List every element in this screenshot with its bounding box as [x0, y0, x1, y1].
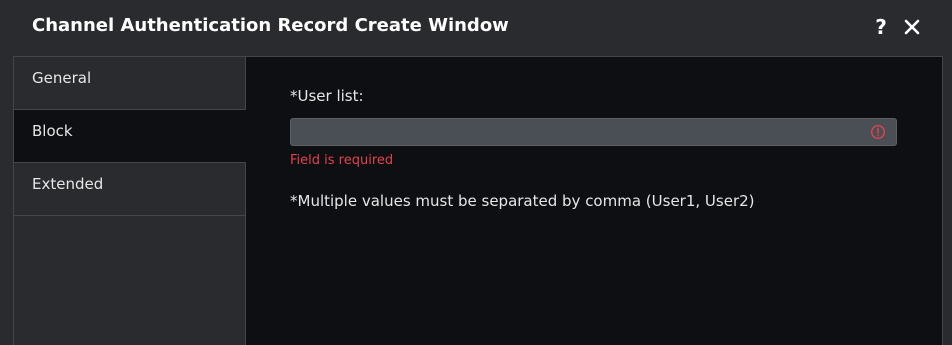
- dialog-window: Channel Authentication Record Create Win…: [0, 0, 952, 345]
- close-icon: [904, 19, 920, 35]
- tab-block[interactable]: Block: [14, 110, 246, 163]
- tab-label: Extended: [32, 175, 104, 193]
- title-bar: Channel Authentication Record Create Win…: [0, 0, 952, 56]
- tab-label: General: [32, 69, 92, 87]
- user-list-label: *User list:: [290, 87, 364, 105]
- tab-content-panel: *User list: Field is required *Multiple …: [246, 56, 942, 345]
- tab-general[interactable]: General: [14, 57, 246, 110]
- hint-text: *Multiple values must be separated by co…: [290, 192, 755, 210]
- user-list-field-wrapper: [290, 118, 897, 146]
- panel-divider: [942, 56, 943, 345]
- tab-label: Block: [32, 122, 73, 140]
- close-button[interactable]: [903, 16, 921, 38]
- alert-circle-icon: [870, 124, 886, 140]
- tab-extended[interactable]: Extended: [14, 163, 246, 216]
- help-button[interactable]: ?: [872, 14, 890, 40]
- user-list-input[interactable]: [291, 119, 896, 145]
- tab-list: General Block Extended: [13, 56, 246, 345]
- window-title: Channel Authentication Record Create Win…: [32, 15, 509, 36]
- validation-error-message: Field is required: [290, 153, 394, 168]
